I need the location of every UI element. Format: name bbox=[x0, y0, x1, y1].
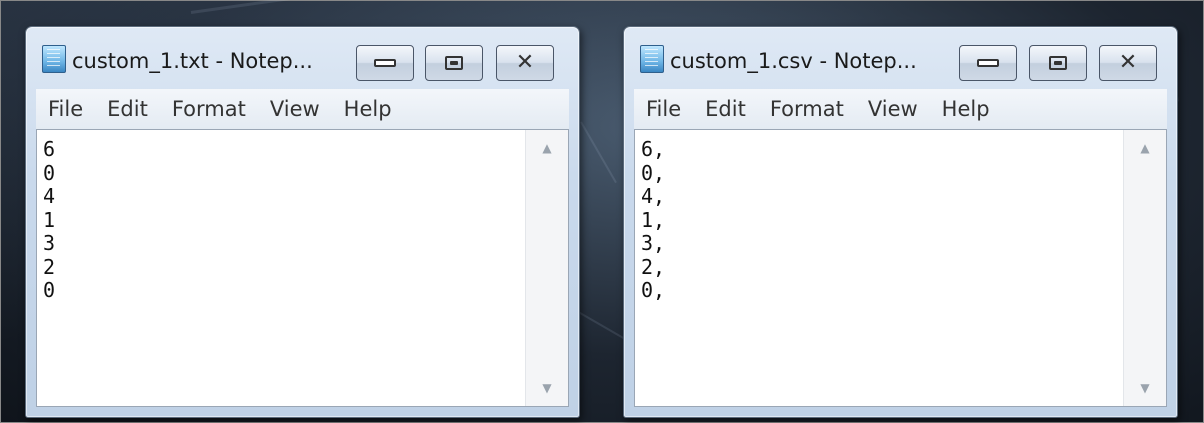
maximize-icon bbox=[1049, 56, 1067, 70]
maximize-button[interactable] bbox=[425, 45, 483, 81]
vertical-scrollbar[interactable]: ▲ ▼ bbox=[525, 130, 568, 406]
close-icon: ✕ bbox=[1118, 50, 1138, 75]
close-icon: ✕ bbox=[515, 50, 535, 75]
minimize-button[interactable] bbox=[959, 45, 1017, 81]
close-button[interactable]: ✕ bbox=[1099, 45, 1157, 81]
menu-edit[interactable]: Edit bbox=[95, 97, 160, 121]
title-bar[interactable]: custom_1.txt - Notep... ✕ bbox=[26, 27, 579, 85]
scroll-up-icon[interactable]: ▲ bbox=[1124, 130, 1166, 166]
text-editor[interactable]: 6, 0, 4, 1, 3, 2, 0, ▲ ▼ bbox=[634, 129, 1167, 407]
minimize-button[interactable] bbox=[356, 45, 414, 81]
menu-view[interactable]: View bbox=[856, 97, 930, 121]
notepad-icon[interactable] bbox=[42, 45, 66, 73]
menu-file[interactable]: File bbox=[36, 97, 95, 121]
menu-edit[interactable]: Edit bbox=[693, 97, 758, 121]
notepad-icon[interactable] bbox=[640, 45, 664, 73]
menu-bar: File Edit Format View Help bbox=[36, 89, 569, 130]
window-title: custom_1.csv - Notep... bbox=[670, 49, 917, 73]
text-editor[interactable]: 6 0 4 1 3 2 0 ▲ ▼ bbox=[36, 129, 569, 407]
menu-help[interactable]: Help bbox=[930, 97, 1002, 121]
notepad-window-txt[interactable]: custom_1.txt - Notep... ✕ File Edit Form… bbox=[25, 26, 580, 418]
window-title: custom_1.txt - Notep... bbox=[72, 49, 313, 73]
minimize-icon bbox=[374, 59, 396, 67]
menu-view[interactable]: View bbox=[258, 97, 332, 121]
menu-format[interactable]: Format bbox=[160, 97, 258, 121]
editor-content[interactable]: 6 0 4 1 3 2 0 bbox=[43, 137, 520, 406]
menu-help[interactable]: Help bbox=[332, 97, 404, 121]
minimize-icon bbox=[977, 59, 999, 67]
menu-file[interactable]: File bbox=[634, 97, 693, 121]
editor-content[interactable]: 6, 0, 4, 1, 3, 2, 0, bbox=[641, 137, 1118, 406]
scroll-down-icon[interactable]: ▼ bbox=[526, 370, 568, 406]
title-bar[interactable]: custom_1.csv - Notep... ✕ bbox=[624, 27, 1177, 85]
close-button[interactable]: ✕ bbox=[496, 45, 554, 81]
menu-format[interactable]: Format bbox=[758, 97, 856, 121]
maximize-button[interactable] bbox=[1029, 45, 1087, 81]
scroll-down-icon[interactable]: ▼ bbox=[1124, 370, 1166, 406]
menu-bar: File Edit Format View Help bbox=[634, 89, 1167, 130]
scroll-up-icon[interactable]: ▲ bbox=[526, 130, 568, 166]
notepad-window-csv[interactable]: custom_1.csv - Notep... ✕ File Edit Form… bbox=[623, 26, 1178, 418]
maximize-icon bbox=[445, 56, 463, 70]
vertical-scrollbar[interactable]: ▲ ▼ bbox=[1123, 130, 1166, 406]
